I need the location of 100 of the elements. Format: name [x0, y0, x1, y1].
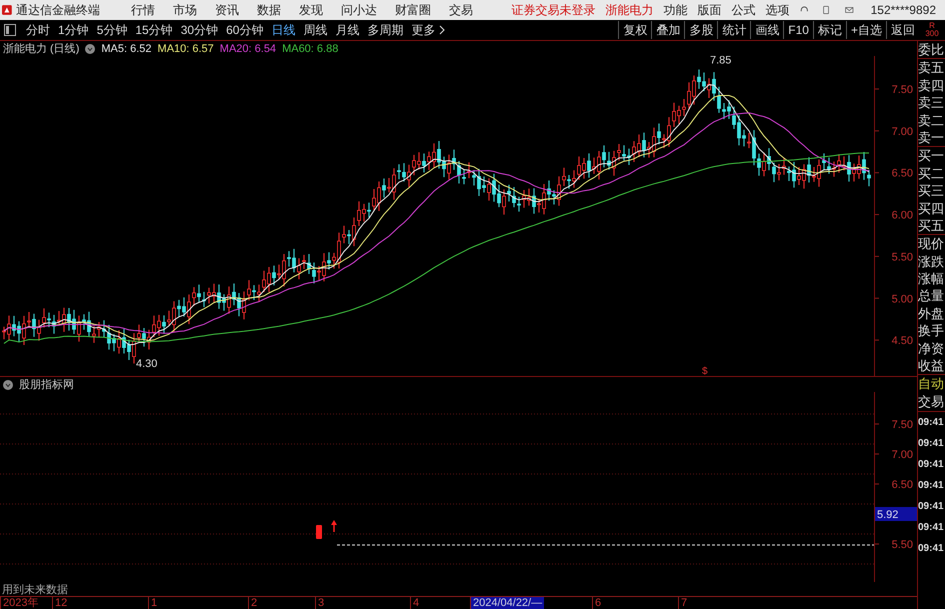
quote-label: 外盘: [918, 304, 945, 322]
up-arrow-icon: [331, 520, 337, 532]
quote-label: 收益: [918, 357, 945, 374]
menu-item[interactable]: 行情: [122, 2, 164, 18]
time-axis-label: 2023年: [0, 597, 40, 609]
status-text: 浙能电力: [604, 2, 654, 18]
panel-toggle-icon[interactable]: [4, 24, 16, 36]
quote-label: 涨跌: [918, 252, 945, 270]
toolbar-button[interactable]: 统计: [717, 21, 750, 39]
menu-item[interactable]: 公式: [726, 2, 760, 18]
axis-label: 7.00: [892, 126, 914, 138]
trade-time: 09:41: [918, 521, 945, 536]
quote-label: 买四: [918, 200, 945, 217]
period-tab[interactable]: 多周期: [363, 22, 408, 38]
quote-label: 卖四: [918, 76, 945, 94]
time-axis-label: 7: [678, 597, 690, 609]
toolbar-button[interactable]: 标记: [812, 21, 846, 39]
menu-item[interactable]: 问小达: [332, 2, 386, 18]
quote-label: 买二: [918, 164, 945, 182]
axis-label: 7.50: [892, 419, 914, 431]
period-tab[interactable]: 更多: [407, 22, 440, 38]
trade-time: 09:41: [918, 479, 945, 494]
time-axis-label: 2024/04/22/—: [470, 597, 544, 609]
time-axis-label: 3: [315, 597, 326, 609]
panel-title: 交易: [918, 393, 945, 412]
quote-label: 涨幅: [918, 270, 945, 288]
axis-label: 5.50: [892, 251, 914, 264]
menu-item[interactable]: 版面: [692, 2, 726, 18]
period-tab[interactable]: 周线: [299, 22, 332, 38]
phone-icon[interactable]: [822, 3, 830, 17]
menu-item[interactable]: 资讯: [206, 2, 248, 18]
toolbar-button[interactable]: F10: [783, 21, 813, 39]
index-code-label: R 300: [924, 22, 940, 38]
mail-icon[interactable]: [845, 5, 854, 15]
quote-label: 卖二: [918, 112, 945, 129]
axis-label: 7.00: [892, 449, 914, 461]
time-axis-label: 2: [248, 597, 260, 609]
quote-label: 总量: [918, 287, 945, 305]
quote-label: 买一: [918, 147, 945, 165]
menu-item[interactable]: 交易: [440, 2, 482, 18]
axis-label: 7.50: [892, 84, 914, 96]
trade-time: 09:41: [918, 416, 945, 430]
logo-icon: [2, 2, 12, 18]
period-tab[interactable]: 分时: [22, 22, 54, 38]
menu-item[interactable]: 选项: [760, 2, 794, 18]
chevron-right-icon[interactable]: [439, 25, 446, 35]
quote-label: 净资: [918, 340, 945, 358]
period-tab[interactable]: 60分钟: [222, 22, 268, 38]
period-tab[interactable]: 15分钟: [131, 22, 177, 38]
dropdown-icon[interactable]: [3, 380, 13, 390]
indicator-value: MA10: 6.57: [158, 42, 214, 54]
indicator-value: MA20: 6.54: [220, 42, 276, 54]
trade-time: 09:41: [918, 437, 945, 452]
period-tab[interactable]: 5分钟: [92, 22, 132, 38]
high-price-label: 7.85: [710, 56, 732, 67]
dropdown-icon[interactable]: [85, 44, 96, 54]
quote-label: 卖五: [918, 59, 945, 77]
time-axis-label: 1: [148, 597, 160, 609]
trade-time: 09:41: [918, 542, 945, 556]
mode-label[interactable]: 自动: [918, 375, 945, 394]
quote-label: 委比: [918, 41, 945, 58]
indicator-title: 股朋指标网: [19, 378, 74, 392]
menu-item[interactable]: 市场: [164, 2, 206, 18]
indicator-value: MA5: 6.52: [101, 42, 152, 54]
axis-label: 6.50: [892, 168, 914, 180]
quote-label: 卖一: [918, 128, 945, 146]
period-tab[interactable]: 30分钟: [176, 22, 222, 38]
toolbar-button[interactable]: 叠加: [651, 21, 684, 39]
menu-item[interactable]: 数据: [248, 2, 290, 18]
toolbar-button[interactable]: 返回: [886, 21, 919, 39]
quote-label: 现价: [918, 235, 945, 253]
current-price-label: 5.92: [877, 509, 898, 521]
axis-label: 4.50: [892, 335, 914, 348]
period-tab[interactable]: 日线: [267, 22, 300, 38]
period-tab[interactable]: 1分钟: [54, 22, 93, 38]
account-number[interactable]: 152****9892: [862, 3, 945, 17]
menu-item[interactable]: 功能: [658, 2, 692, 18]
axis-label: 5.00: [892, 293, 914, 306]
time-axis-label: 12: [52, 597, 70, 609]
event-marker: $: [702, 366, 708, 376]
app-title: 通达信金融终端: [14, 2, 101, 18]
period-tab[interactable]: 月线: [331, 22, 364, 38]
quote-label: 买三: [918, 182, 945, 200]
toolbar-button[interactable]: 多股: [684, 21, 718, 39]
menu-item[interactable]: 财富圈: [386, 2, 440, 18]
signal-bar: [316, 525, 322, 539]
toolbar-button[interactable]: 复权: [618, 21, 652, 39]
quote-label: 买五: [918, 216, 945, 234]
axis-label: 6.50: [892, 479, 914, 491]
status-text: 证券交易未登录: [510, 2, 596, 18]
quote-label: 换手: [918, 322, 945, 340]
quote-label: 卖三: [918, 94, 945, 112]
warning-text: 用到未来数据: [1, 582, 69, 596]
trade-time: 09:41: [918, 500, 945, 514]
menu-item[interactable]: 发现: [290, 2, 332, 18]
toolbar-button[interactable]: 画线: [750, 21, 784, 39]
toolbar-button[interactable]: +自选: [846, 21, 886, 39]
indicator-value: MA60: 6.88: [282, 42, 338, 54]
chart-title: 浙能电力 (日线): [3, 42, 80, 56]
time-axis-label: 6: [592, 597, 604, 609]
